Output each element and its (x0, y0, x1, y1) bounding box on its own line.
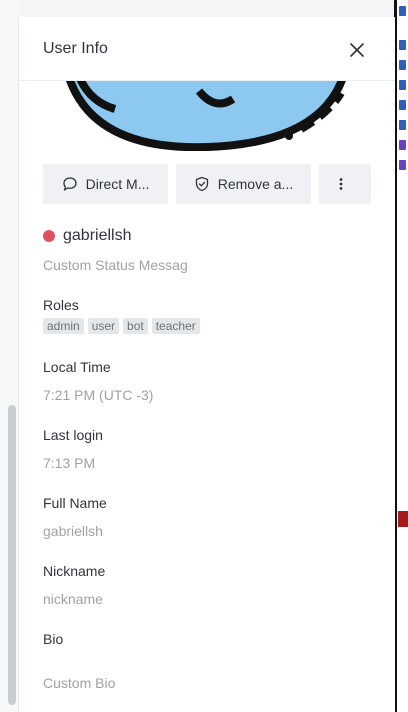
panel-header: User Info (19, 17, 395, 81)
username-row: gabriellsh (43, 227, 131, 245)
avatar (19, 81, 395, 151)
right-strip-block (399, 140, 406, 150)
right-strip-block (399, 120, 406, 130)
right-strip-alert (398, 511, 408, 527)
nickname-value: nickname (43, 591, 103, 607)
roles-label: Roles (43, 297, 79, 313)
role-tag: admin (43, 318, 84, 334)
role-tag: teacher (151, 318, 200, 334)
direct-message-button[interactable]: Direct M... (43, 164, 168, 204)
local-time-value: 7:21 PM (UTC -3) (43, 387, 154, 403)
right-strip-block (399, 60, 406, 70)
nickname-label: Nickname (43, 563, 106, 579)
chat-bubble-icon (62, 177, 77, 191)
right-strip-block (399, 6, 406, 16)
bio-label: Bio (43, 631, 64, 647)
custom-status-message: Custom Status Messag (43, 257, 188, 273)
right-strip-block (399, 80, 406, 90)
local-time-label: Local Time (43, 359, 111, 375)
action-buttons: Direct M... Remove a... (43, 164, 371, 204)
roles-list: admin user bot teacher (43, 318, 200, 334)
kebab-menu-icon (339, 178, 343, 190)
status-indicator (43, 230, 55, 242)
more-options-button[interactable] (319, 164, 371, 204)
last-login-label: Last login (43, 427, 103, 443)
right-strip-block (399, 40, 406, 50)
remove-button[interactable]: Remove a... (176, 164, 311, 204)
direct-message-label: Direct M... (85, 176, 150, 192)
full-name-label: Full Name (43, 495, 107, 511)
right-strip-block (399, 100, 406, 110)
panel-title: User Info (43, 39, 108, 57)
remove-label: Remove a... (217, 176, 294, 192)
role-tag: bot (123, 318, 148, 334)
close-icon (350, 43, 364, 57)
close-button[interactable] (345, 38, 369, 62)
left-scrollbar[interactable] (8, 405, 16, 705)
right-strip-block (399, 160, 406, 170)
role-tag: user (87, 318, 120, 334)
full-name-value: gabriellsh (43, 523, 103, 539)
username: gabriellsh (63, 227, 132, 244)
user-info-panel: User Info Direct M... Remove a... gabrie… (18, 17, 395, 712)
last-login-value: 7:13 PM (43, 455, 96, 471)
bio-value: Custom Bio (43, 675, 116, 691)
shield-icon (195, 176, 208, 192)
